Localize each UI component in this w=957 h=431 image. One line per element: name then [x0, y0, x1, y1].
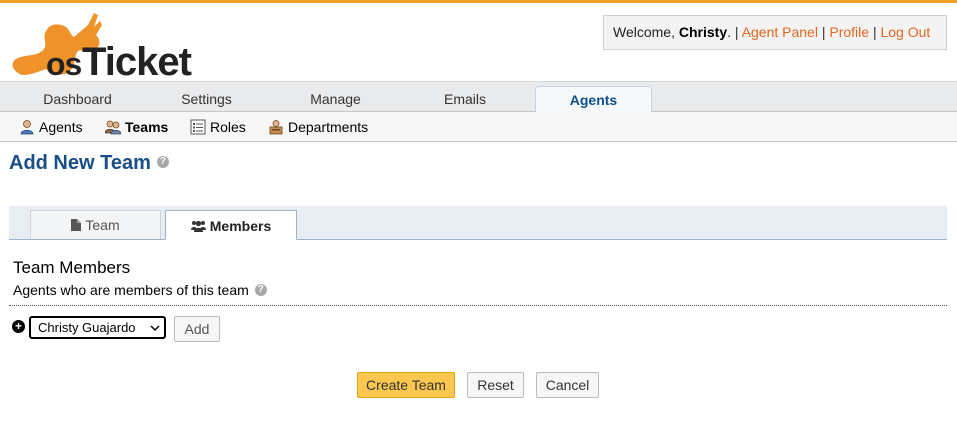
subnav-label: Departments	[288, 119, 369, 135]
svg-text:Ticket: Ticket	[82, 40, 192, 79]
subnav-label: Agents	[39, 119, 83, 135]
nav-tab-settings[interactable]: Settings	[155, 82, 258, 112]
page-title-text: Add New Team	[9, 152, 151, 174]
svg-text:os: os	[46, 46, 82, 79]
cancel-button[interactable]: Cancel	[536, 372, 599, 398]
document-icon	[71, 219, 82, 232]
subnav-label: Teams	[125, 119, 169, 135]
add-member-button[interactable]: Add	[174, 316, 220, 342]
user-name: Christy	[678, 24, 728, 40]
separator: |	[734, 24, 739, 40]
subnav-label: Roles	[210, 119, 246, 135]
reset-button[interactable]: Reset	[467, 372, 524, 398]
agent-panel-link[interactable]: Agent Panel	[742, 24, 818, 40]
tab-members-label: Members	[209, 218, 272, 234]
separator: |	[821, 24, 826, 40]
tab-team[interactable]: Team	[30, 210, 161, 239]
main-nav: Dashboard Settings Manage Emails Agents	[0, 81, 957, 113]
section-subtitle: Agents who are members of this team ?	[13, 282, 267, 298]
create-team-button[interactable]: Create Team	[357, 372, 455, 398]
users-icon	[190, 221, 206, 233]
profile-link[interactable]: Profile	[829, 24, 869, 40]
form-tab-bar: Team Members	[9, 206, 947, 240]
nav-tab-emails[interactable]: Emails	[413, 82, 517, 112]
help-icon[interactable]: ?	[254, 284, 267, 297]
agent-select[interactable]: Christy Guajardo	[29, 316, 166, 339]
welcome-box: Welcome, Christy. | Agent Panel | Profil…	[603, 15, 947, 50]
welcome-suffix: .	[727, 24, 731, 40]
osticket-logo[interactable]: os Ticket	[8, 9, 213, 79]
department-icon	[269, 120, 283, 135]
list-icon	[190, 119, 206, 135]
logout-link[interactable]: Log Out	[880, 24, 930, 40]
section-subtitle-text: Agents who are members of this team	[13, 282, 249, 298]
welcome-prefix: Welcome,	[613, 24, 679, 40]
agent-icon	[20, 120, 34, 135]
separator: |	[872, 24, 877, 40]
section-divider	[9, 305, 947, 306]
page-title: Add New Team?	[9, 152, 169, 175]
chevron-down-icon	[150, 325, 160, 332]
section-title: Team Members	[13, 258, 131, 277]
nav-tab-dashboard[interactable]: Dashboard	[0, 82, 155, 112]
team-icon	[105, 120, 121, 135]
agent-select-value: Christy Guajardo	[38, 320, 136, 335]
sub-nav: Agents Teams Roles Departments	[0, 112, 957, 142]
header: os Ticket Welcome, Christy. | Agent Pane…	[0, 3, 957, 81]
tab-team-label: Team	[85, 217, 120, 233]
plus-circle-icon: +	[12, 320, 25, 333]
nav-tab-manage[interactable]: Manage	[258, 82, 413, 112]
tab-members[interactable]: Members	[165, 210, 297, 240]
nav-tab-agents[interactable]: Agents	[535, 86, 652, 113]
help-icon[interactable]: ?	[156, 155, 169, 168]
